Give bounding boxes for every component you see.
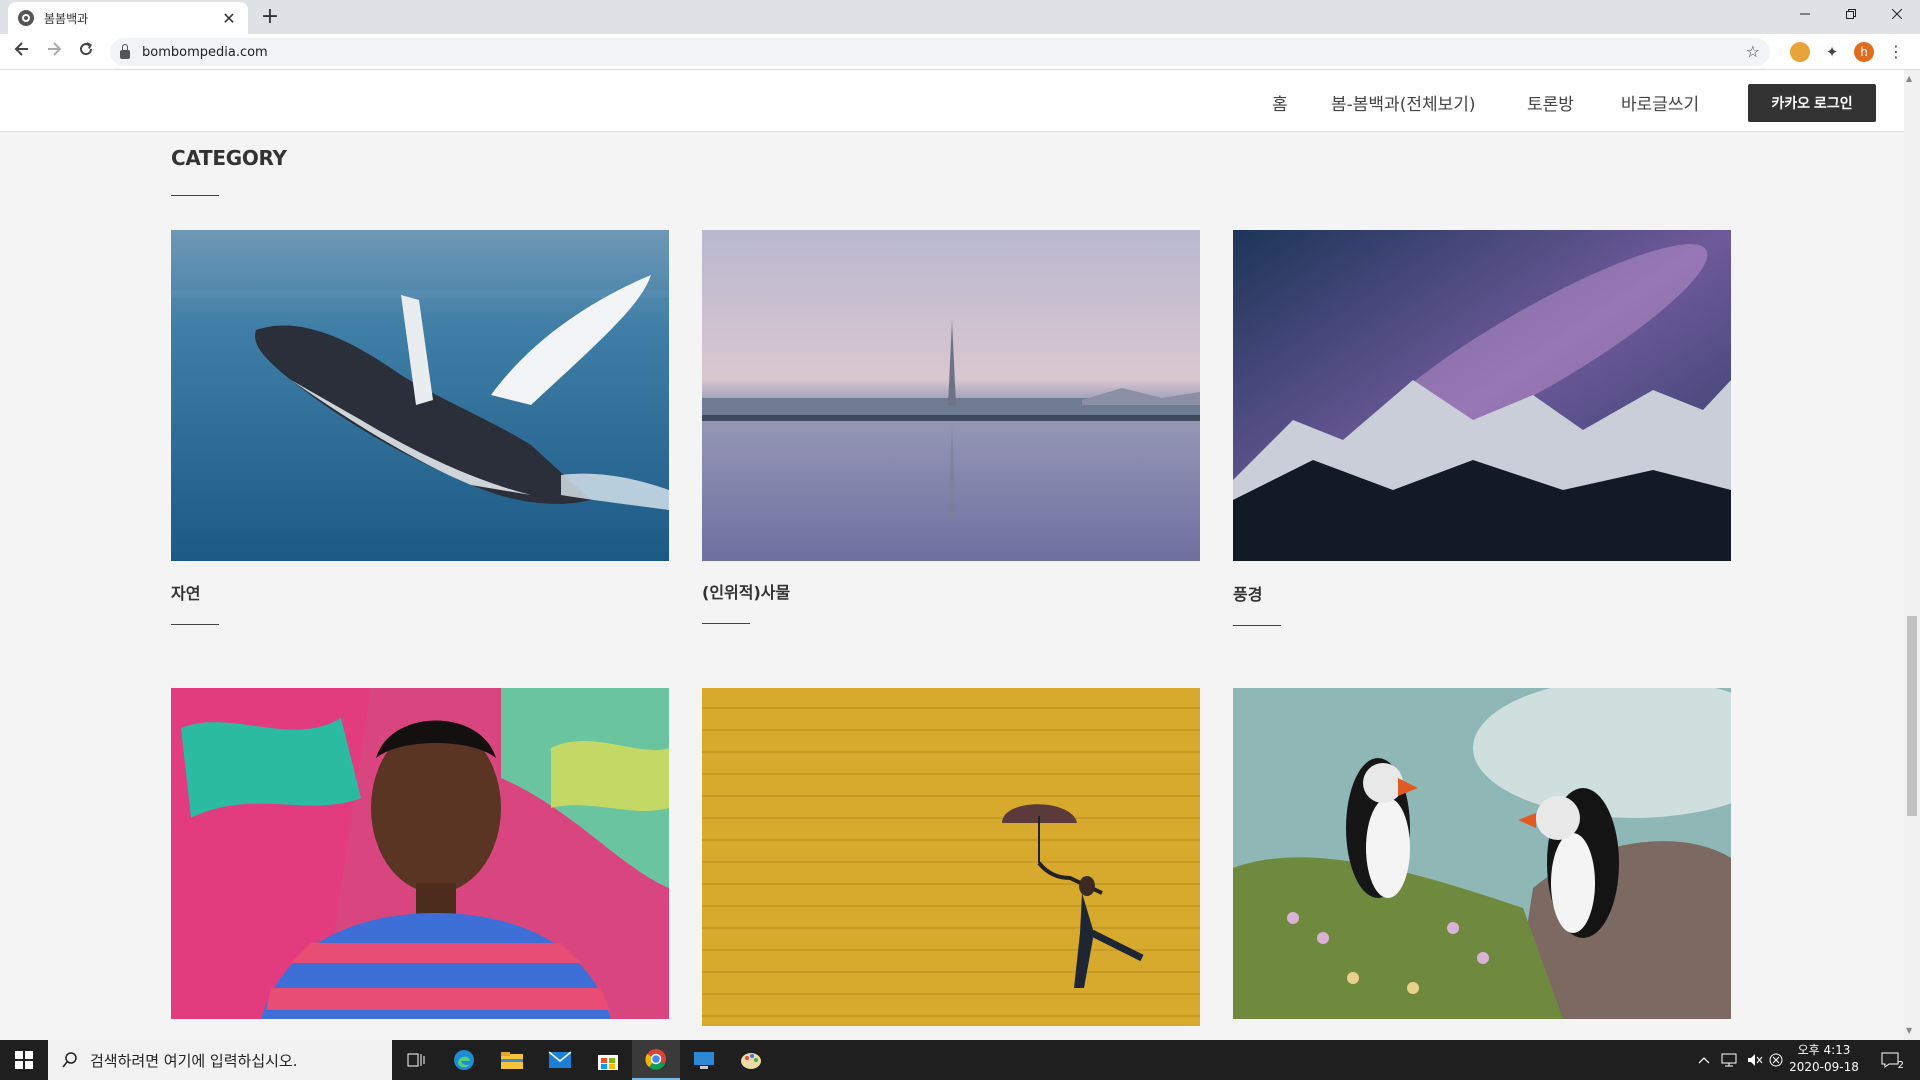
- reload-icon: [80, 42, 93, 56]
- edge-browser-icon[interactable]: [440, 1040, 488, 1080]
- site-header: 홈 봄-봄백과(전체보기) 토론방 바로글쓰기 카카오 로그인: [0, 70, 1904, 132]
- tray-overflow-chevron-icon[interactable]: [1692, 1040, 1716, 1080]
- chrome-taskbar-icon[interactable]: [632, 1040, 680, 1080]
- card-image-artificial-objects[interactable]: [702, 230, 1200, 561]
- category-title-underline: [171, 195, 219, 196]
- notification-icon: [1881, 1052, 1899, 1068]
- bookmark-star-icon[interactable]: ☆: [1746, 42, 1760, 61]
- start-button[interactable]: [0, 1040, 48, 1080]
- back-button[interactable]: [10, 40, 34, 64]
- address-bar[interactable]: bombompedia.com ☆: [110, 38, 1770, 66]
- clock-date: 2020-09-18: [1789, 1060, 1859, 1074]
- card-underline-nature: [171, 624, 219, 625]
- nav-all-entries[interactable]: 봄-봄백과(전체보기): [1331, 90, 1476, 115]
- restore-icon: [1846, 9, 1856, 19]
- extensions-puzzle-icon[interactable]: ✦: [1822, 42, 1842, 62]
- lock-icon: [120, 43, 130, 59]
- card-image-puffins[interactable]: [1233, 688, 1731, 1019]
- profile-avatar[interactable]: h: [1854, 42, 1874, 62]
- card-image-umbrella[interactable]: [702, 688, 1200, 1026]
- menu-kebab-icon[interactable]: ⋮: [1886, 42, 1906, 62]
- task-view-icon[interactable]: [392, 1040, 440, 1080]
- scroll-up-arrow-icon[interactable]: ▲: [1906, 74, 1912, 83]
- back-arrow-icon: [14, 42, 28, 56]
- mail-icon[interactable]: [536, 1040, 584, 1080]
- forward-arrow-icon: [48, 42, 62, 56]
- scroll-down-arrow-icon[interactable]: ▼: [1906, 1026, 1912, 1035]
- tab-title: 봄봄백과: [44, 11, 89, 26]
- category-title: CATEGORY: [171, 146, 287, 170]
- minimize-button[interactable]: [1782, 0, 1828, 30]
- blocked-circle-icon[interactable]: [1768, 1040, 1784, 1080]
- forward-button[interactable]: [42, 40, 66, 64]
- card-underline-landscape: [1233, 625, 1281, 626]
- taskbar-clock[interactable]: 오후 4:13 2020-09-18: [1784, 1042, 1864, 1076]
- windows-logo-icon: [15, 1051, 33, 1069]
- card-label-landscape[interactable]: 풍경: [1233, 581, 1262, 605]
- file-explorer-icon[interactable]: [488, 1040, 536, 1080]
- store-icon[interactable]: [584, 1040, 632, 1080]
- paint-app-icon[interactable]: [728, 1040, 776, 1080]
- new-tab-button[interactable]: +: [256, 4, 284, 30]
- card-image-landscape[interactable]: [1233, 230, 1731, 561]
- action-center-button[interactable]: 2: [1870, 1040, 1910, 1080]
- search-icon: [62, 1052, 77, 1068]
- browser-tab[interactable]: 봄봄백과 ✕: [8, 2, 248, 34]
- windows-taskbar: 검색하려면 여기에 입력하십시오. 오후 4:13 2020-09-18 2: [0, 1040, 1920, 1080]
- nav-write[interactable]: 바로글쓰기: [1621, 90, 1699, 115]
- minimize-icon: [1800, 13, 1810, 15]
- nav-discussion[interactable]: 토론방: [1527, 90, 1574, 115]
- close-window-button[interactable]: [1874, 0, 1920, 30]
- restore-button[interactable]: [1828, 0, 1874, 30]
- kakao-login-button[interactable]: 카카오 로그인: [1748, 84, 1876, 122]
- search-placeholder: 검색하려면 여기에 입력하십시오.: [90, 1051, 298, 1070]
- nav-home[interactable]: 홈: [1272, 90, 1288, 115]
- cookie-extension-icon[interactable]: [1790, 42, 1810, 62]
- browser-tab-strip: 봄봄백과 ✕ +: [0, 0, 1920, 34]
- scrollbar-thumb[interactable]: [1907, 616, 1917, 816]
- taskbar-search-box[interactable]: 검색하려면 여기에 입력하십시오.: [48, 1040, 392, 1080]
- clock-time: 오후 4:13: [1797, 1043, 1851, 1057]
- card-label-artificial-objects[interactable]: (인위적)사물: [702, 579, 790, 603]
- card-label-nature[interactable]: 자연: [171, 580, 200, 604]
- site-favicon-icon: [18, 10, 34, 26]
- volume-muted-icon[interactable]: [1742, 1040, 1768, 1080]
- reload-button[interactable]: [74, 40, 98, 64]
- network-icon[interactable]: [1716, 1040, 1742, 1080]
- browser-toolbar: bombompedia.com ☆ ✦ h ⋮: [0, 34, 1920, 70]
- close-icon: [1891, 8, 1903, 20]
- tab-close-icon[interactable]: ✕: [220, 9, 238, 28]
- card-underline-artificial-objects: [702, 623, 750, 624]
- card-image-person[interactable]: [171, 688, 669, 1019]
- remote-desktop-icon[interactable]: [680, 1040, 728, 1080]
- card-image-nature[interactable]: [171, 230, 669, 561]
- page-scrollbar[interactable]: [1904, 70, 1920, 1040]
- notification-count-badge: 2: [1897, 1060, 1904, 1071]
- url-text: bombompedia.com: [142, 44, 268, 60]
